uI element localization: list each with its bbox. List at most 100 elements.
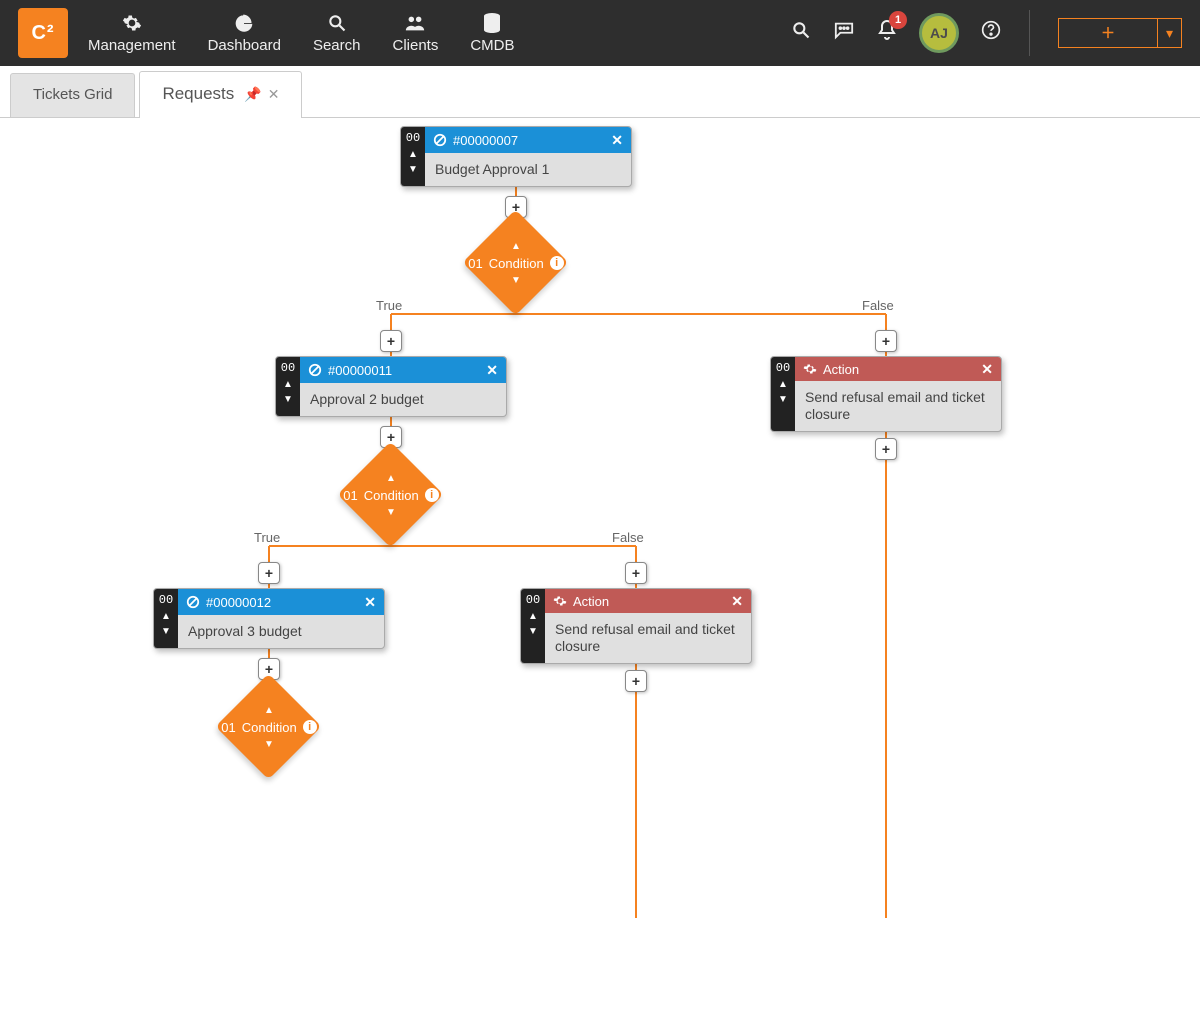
tab-label: Requests xyxy=(162,84,234,104)
condition-node-1[interactable]: ▲ 01 Condition i ▼ xyxy=(463,210,569,316)
move-down-icon[interactable]: ▼ xyxy=(528,626,538,637)
chevron-up-icon[interactable]: ▲ xyxy=(511,241,521,252)
node-header: #00000011 ✕ xyxy=(300,357,506,383)
condition-order: 01 xyxy=(221,720,235,735)
badge-count: 1 xyxy=(895,14,901,26)
condition-label: Condition xyxy=(364,488,419,503)
node-header: Action ✕ xyxy=(545,589,751,613)
info-icon[interactable]: i xyxy=(303,720,317,734)
move-up-icon[interactable]: ▲ xyxy=(778,379,788,390)
block-icon xyxy=(433,133,447,147)
nav-label: Search xyxy=(313,37,361,54)
close-icon[interactable]: ✕ xyxy=(731,593,743,610)
condition-order: 01 xyxy=(343,488,357,503)
close-icon[interactable]: ✕ xyxy=(364,594,376,611)
search-icon xyxy=(327,12,347,34)
add-node-button[interactable]: + xyxy=(625,670,647,692)
nav-item-search[interactable]: Search xyxy=(313,12,361,54)
nav-label: Dashboard xyxy=(208,37,281,54)
nav-divider xyxy=(1029,10,1030,56)
node-sidebar: 00 ▲ ▼ xyxy=(154,589,178,648)
branch-label-false: False xyxy=(862,298,894,313)
ticket-id: #00000011 xyxy=(328,363,392,378)
node-description: Budget Approval 1 xyxy=(425,153,631,186)
global-search-icon[interactable] xyxy=(791,20,811,46)
nav-item-dashboard[interactable]: Dashboard xyxy=(208,12,281,54)
nav-item-cmdb[interactable]: CMDB xyxy=(470,12,514,54)
nav-label: Management xyxy=(88,37,176,54)
move-up-icon[interactable]: ▲ xyxy=(283,379,293,390)
workflow-node-ticket-2[interactable]: 00 ▲ ▼ #00000011 ✕ Approval 2 budget xyxy=(275,356,507,417)
node-description: Send refusal email and ticket closure xyxy=(545,613,751,663)
action-title: Action xyxy=(573,594,609,609)
branch-label-true: True xyxy=(254,530,280,545)
gear-icon xyxy=(553,594,567,608)
chevron-down-icon[interactable]: ▼ xyxy=(264,739,274,750)
tab-label: Tickets Grid xyxy=(33,86,112,103)
help-icon[interactable] xyxy=(981,20,1001,46)
workflow-node-ticket-1[interactable]: 00 ▲ ▼ #00000007 ✕ Budget Approval 1 xyxy=(400,126,632,187)
add-node-button[interactable]: + xyxy=(875,438,897,460)
workflow-node-action-2[interactable]: 00 ▲ ▼ Action ✕ Send refusal email and t… xyxy=(520,588,752,664)
close-icon[interactable]: ✕ xyxy=(268,86,280,103)
tab-tickets-grid[interactable]: Tickets Grid xyxy=(10,73,135,117)
ticket-id: #00000007 xyxy=(453,133,518,148)
node-header: Action ✕ xyxy=(795,357,1001,381)
nav-item-clients[interactable]: Clients xyxy=(392,12,438,54)
add-button-dropdown[interactable]: ▾ xyxy=(1158,18,1182,48)
gear-icon xyxy=(122,12,142,34)
close-icon[interactable]: ✕ xyxy=(486,362,498,379)
workflow-canvas[interactable]: 00 ▲ ▼ #00000007 ✕ Budget Approval 1 + ▲… xyxy=(0,118,1200,731)
move-up-icon[interactable]: ▲ xyxy=(161,611,171,622)
node-description: Send refusal email and ticket closure xyxy=(795,381,1001,431)
chevron-down-icon[interactable]: ▼ xyxy=(386,507,396,518)
move-up-icon[interactable]: ▲ xyxy=(408,149,418,160)
node-sidebar: 00 ▲ ▼ xyxy=(771,357,795,431)
chevron-up-icon[interactable]: ▲ xyxy=(264,705,274,716)
tab-requests[interactable]: Requests 📌 ✕ xyxy=(139,71,302,118)
pin-icon[interactable]: 📌 xyxy=(244,86,261,103)
avatar[interactable]: AJ xyxy=(919,13,959,53)
node-description: Approval 3 budget xyxy=(178,615,384,648)
add-button[interactable]: ＋ xyxy=(1058,18,1158,48)
notification-badge: 1 xyxy=(889,11,907,29)
node-order: 00 xyxy=(281,361,295,375)
node-order: 00 xyxy=(406,131,420,145)
add-node-button[interactable]: + xyxy=(258,562,280,584)
chevron-down-icon[interactable]: ▼ xyxy=(511,275,521,286)
app-logo[interactable]: C² xyxy=(18,8,68,58)
workflow-node-action-1[interactable]: 00 ▲ ▼ Action ✕ Send refusal email and t… xyxy=(770,356,1002,432)
node-description: Approval 2 budget xyxy=(300,383,506,416)
close-icon[interactable]: ✕ xyxy=(981,361,993,378)
move-up-icon[interactable]: ▲ xyxy=(528,611,538,622)
node-header: #00000012 ✕ xyxy=(178,589,384,615)
gear-icon xyxy=(803,362,817,376)
bell-icon[interactable]: 1 xyxy=(877,19,897,47)
condition-node-3[interactable]: ▲ 01 Condition i ▼ xyxy=(216,674,322,780)
condition-node-2[interactable]: ▲ 01 Condition i ▼ xyxy=(338,442,444,548)
add-node-button[interactable]: + xyxy=(625,562,647,584)
condition-label: Condition xyxy=(242,720,297,735)
nav-item-management[interactable]: Management xyxy=(88,12,176,54)
add-button-group: ＋ ▾ xyxy=(1058,18,1182,48)
branch-label-false: False xyxy=(612,530,644,545)
ticket-id: #00000012 xyxy=(206,595,271,610)
node-order: 00 xyxy=(159,593,173,607)
move-down-icon[interactable]: ▼ xyxy=(408,164,418,175)
add-node-button[interactable]: + xyxy=(875,330,897,352)
add-node-button[interactable]: + xyxy=(380,330,402,352)
chevron-up-icon[interactable]: ▲ xyxy=(386,473,396,484)
users-icon xyxy=(404,12,426,34)
branch-label-true: True xyxy=(376,298,402,313)
nav-label: CMDB xyxy=(470,37,514,54)
close-icon[interactable]: ✕ xyxy=(611,132,623,149)
workflow-node-ticket-3[interactable]: 00 ▲ ▼ #00000012 ✕ Approval 3 budget xyxy=(153,588,385,649)
move-down-icon[interactable]: ▼ xyxy=(778,394,788,405)
node-order: 00 xyxy=(776,361,790,375)
move-down-icon[interactable]: ▼ xyxy=(283,394,293,405)
info-icon[interactable]: i xyxy=(425,488,439,502)
chat-icon[interactable] xyxy=(833,20,855,46)
info-icon[interactable]: i xyxy=(550,256,564,270)
logo-text: C² xyxy=(31,22,54,45)
move-down-icon[interactable]: ▼ xyxy=(161,626,171,637)
